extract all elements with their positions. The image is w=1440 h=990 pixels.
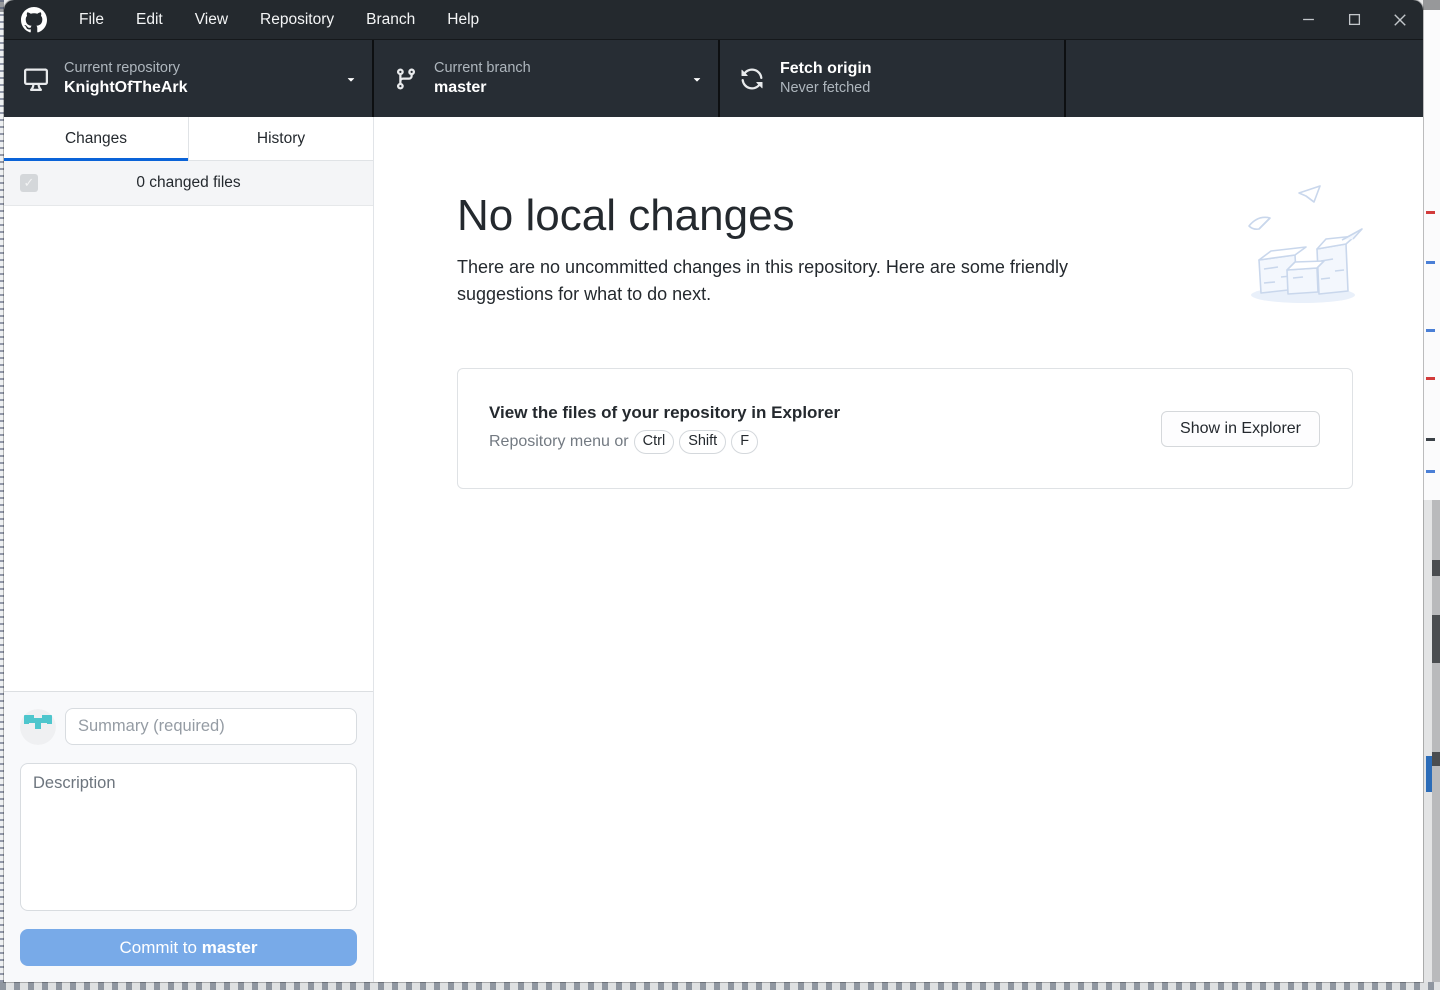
- fetch-origin-button[interactable]: Fetch origin Never fetched: [720, 40, 1066, 117]
- commit-button[interactable]: Commit to master: [20, 929, 357, 966]
- github-logo-icon: [21, 6, 47, 32]
- sidebar-tabs: Changes History: [4, 117, 373, 161]
- current-branch-text: Current branch master: [434, 59, 531, 99]
- page-title: No local changes: [457, 191, 795, 240]
- menu-edit[interactable]: Edit: [120, 0, 179, 39]
- background-window-sliver-right: [1423, 0, 1440, 990]
- chevron-down-icon: [347, 77, 355, 82]
- kbd-shift: Shift: [679, 430, 727, 455]
- background-scrollbar-thumb: [1432, 560, 1440, 576]
- background-mark: [1426, 470, 1435, 473]
- device-desktop-icon: [24, 68, 48, 91]
- background-mark: [1426, 438, 1435, 441]
- maximize-icon: [1348, 13, 1360, 26]
- current-repository-label: Current repository: [64, 59, 181, 76]
- background-mark: [1426, 329, 1435, 332]
- page-subtitle: There are no uncommitted changes in this…: [457, 257, 1068, 305]
- git-branch-icon: [396, 68, 415, 90]
- commit-button-prefix: Commit to: [119, 937, 202, 957]
- current-repository-text: Current repository KnightOfTheArk: [64, 59, 188, 99]
- maximize-button[interactable]: [1331, 0, 1377, 39]
- close-icon: [1394, 13, 1406, 26]
- kbd-ctrl: Ctrl: [633, 430, 675, 455]
- content-area: Changes History ✓ 0 changed files Summar…: [4, 117, 1423, 982]
- suggestion-hint: Repository menu or Ctrl Shift F: [489, 430, 840, 455]
- sync-icon: [741, 68, 763, 89]
- background-mark: [1426, 377, 1435, 380]
- commit-description-input[interactable]: [20, 763, 357, 911]
- window-controls: [1285, 0, 1423, 39]
- menu-branch[interactable]: Branch: [350, 0, 431, 39]
- background-scrollbar-thumb: [1432, 615, 1440, 663]
- current-repository-dropdown[interactable]: Current repository KnightOfTheArk: [4, 40, 374, 117]
- background-mark: [1426, 261, 1435, 264]
- changed-files-list: [4, 206, 373, 691]
- select-all-checkbox[interactable]: ✓: [20, 174, 38, 192]
- menu-help[interactable]: Help: [431, 0, 495, 39]
- title-bar: File Edit View Repository Branch Help: [4, 0, 1423, 40]
- paper-stack-illustration: [1248, 185, 1363, 303]
- menu-repository[interactable]: Repository: [244, 0, 350, 39]
- sidebar: Changes History ✓ 0 changed files Summar…: [4, 117, 374, 982]
- tab-history[interactable]: History: [188, 117, 373, 160]
- changed-files-count: 0 changed files: [136, 174, 241, 191]
- minimize-button[interactable]: [1285, 0, 1331, 39]
- current-branch-value: master: [434, 78, 487, 96]
- changed-files-header: ✓ 0 changed files: [4, 161, 373, 206]
- menu-file[interactable]: File: [63, 0, 120, 39]
- current-repository-value: KnightOfTheArk: [64, 78, 188, 96]
- suggestion-hint-text: Repository menu or: [489, 433, 629, 451]
- current-branch-dropdown[interactable]: Current branch master: [374, 40, 720, 117]
- fetch-origin-subtitle: Never fetched: [780, 80, 871, 97]
- suggestion-card-text: View the files of your repository in Exp…: [489, 403, 841, 455]
- current-branch-label: Current branch: [434, 59, 531, 76]
- github-desktop-window: File Edit View Repository Branch Help Cu…: [4, 0, 1423, 982]
- suggestion-card: View the files of your repository in Exp…: [457, 368, 1353, 490]
- suggestion-title: View the files of your repository in Exp…: [489, 403, 841, 423]
- background-window-sliver-bottom: [0, 982, 1440, 990]
- toolbar: Current repository KnightOfTheArk Curren…: [4, 40, 1423, 117]
- commit-summary-row: [20, 708, 357, 745]
- kbd-f: F: [731, 430, 759, 455]
- minimize-icon: [1302, 18, 1314, 21]
- commit-summary-input[interactable]: [65, 708, 357, 745]
- commit-button-branch: master: [201, 937, 258, 957]
- chevron-down-icon: [693, 77, 701, 82]
- menu-view[interactable]: View: [179, 0, 244, 39]
- show-in-explorer-button[interactable]: Show in Explorer: [1161, 410, 1320, 447]
- menu-bar: File Edit View Repository Branch Help: [63, 0, 495, 39]
- tab-changes[interactable]: Changes: [4, 117, 188, 161]
- background-mark: [1426, 211, 1435, 214]
- avatar: [20, 708, 56, 745]
- fetch-origin-title: Fetch origin: [780, 59, 872, 77]
- close-button[interactable]: [1377, 0, 1423, 39]
- commit-form: Commit to master: [4, 691, 373, 982]
- fetch-origin-text: Fetch origin Never fetched: [780, 59, 872, 99]
- background-scrollbar-thumb: [1432, 752, 1440, 766]
- main-panel: No local changes There are no uncommitte…: [374, 117, 1423, 982]
